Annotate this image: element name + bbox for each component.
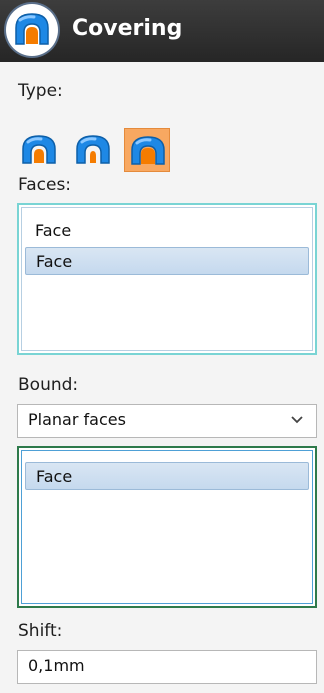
faces-listbox[interactable]: Face Face xyxy=(17,203,317,355)
panel-title-bar: Covering xyxy=(0,0,324,62)
bound-faces-listbox[interactable]: Face xyxy=(17,446,317,608)
panel-title: Covering xyxy=(72,16,183,41)
covering-icon xyxy=(6,4,58,56)
type-option-3-button[interactable] xyxy=(124,128,170,172)
type-label: Type: xyxy=(18,81,63,101)
bound-list-item-selected[interactable]: Face xyxy=(25,462,309,490)
bound-type-select[interactable]: Planar faces xyxy=(17,404,317,438)
type-option-2-button[interactable] xyxy=(70,128,116,172)
covering-type-3-icon xyxy=(131,136,165,165)
shift-label: Shift: xyxy=(18,621,63,641)
type-option-1-button[interactable] xyxy=(16,128,62,172)
chevron-down-icon xyxy=(291,416,303,424)
faces-label: Faces: xyxy=(18,175,72,195)
faces-list-item-selected[interactable]: Face xyxy=(25,247,309,275)
shift-value: 0,1mm xyxy=(28,656,85,675)
bound-type-value: Planar faces xyxy=(28,410,126,429)
faces-list-item[interactable]: Face xyxy=(25,217,309,245)
covering-type-1-icon xyxy=(22,135,56,164)
bound-label: Bound: xyxy=(18,375,79,395)
covering-type-2-icon xyxy=(76,135,110,164)
shift-input[interactable]: 0,1mm xyxy=(17,650,317,684)
